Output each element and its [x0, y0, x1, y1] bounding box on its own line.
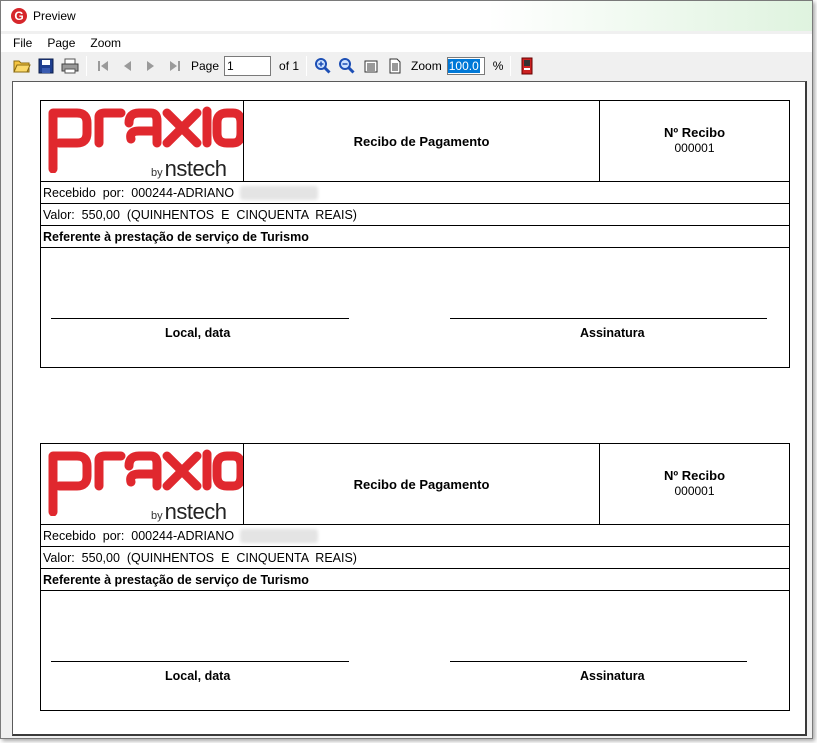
nstech-text: nstech: [164, 499, 227, 524]
zoom-label: Zoom: [411, 59, 442, 73]
first-page-icon[interactable]: [93, 56, 113, 76]
receipt-number-value: 000001: [674, 141, 715, 155]
signature-line: [450, 661, 747, 662]
menu-file[interactable]: File: [11, 36, 34, 50]
signature-area: Local, data Assinatura: [41, 248, 789, 367]
amount-row: Valor: 550,00 (QUINHENTOS E CINQUENTA RE…: [41, 204, 789, 226]
amount-row: Valor: 550,00 (QUINHENTOS E CINQUENTA RE…: [41, 547, 789, 569]
receipt-header: by nstech Recibo de Pagamento Nº Recibo …: [41, 444, 789, 525]
receipt-title: Recibo de Pagamento: [244, 101, 600, 181]
received-by-row: Recebido por: 000244-ADRIANO: [41, 525, 789, 547]
receipt-number-label: Nº Recibo: [663, 468, 726, 483]
page-count-label: of 1: [279, 59, 300, 73]
page-number-input[interactable]: [224, 56, 272, 76]
signature-label: Assinatura: [580, 326, 645, 340]
zoom-percent-label: %: [492, 59, 504, 73]
page-width-icon[interactable]: [361, 56, 381, 76]
place-date-label: Local, data: [165, 326, 231, 340]
nstech-logo: by nstech: [151, 499, 227, 524]
place-date-line: [51, 661, 349, 662]
menu-zoom[interactable]: Zoom: [88, 36, 123, 50]
place-date-line: [51, 318, 349, 319]
preview-window: G Preview File Page Zoom Page of: [0, 0, 813, 739]
receipt-header: by nstech Recibo de Pagamento Nº Recibo …: [41, 101, 789, 182]
toolbar-separator: [86, 56, 87, 76]
receipt-number-value: 000001: [674, 484, 715, 498]
menu-page[interactable]: Page: [45, 36, 77, 50]
signature-label: Assinatura: [580, 669, 645, 683]
description-row: Referente à prestação de serviço de Turi…: [41, 569, 789, 591]
zoom-value: 100.0: [447, 59, 480, 73]
receipt-copy: by nstech Recibo de Pagamento Nº Recibo …: [40, 443, 790, 711]
receipt-number-cell: Nº Recibo 000001: [600, 444, 789, 524]
nstech-text: nstech: [164, 156, 227, 181]
zoom-input[interactable]: 100.0: [446, 57, 485, 75]
print-icon[interactable]: [60, 56, 80, 76]
preview-page-area[interactable]: by nstech Recibo de Pagamento Nº Recibo …: [12, 81, 807, 736]
place-date-label: Local, data: [165, 669, 231, 683]
receipt-number-cell: Nº Recibo 000001: [600, 101, 789, 181]
received-by-row: Recebido por: 000244-ADRIANO: [41, 182, 789, 204]
page-label: Page: [191, 59, 220, 73]
menu-bar: File Page Zoom: [1, 34, 812, 52]
description-row: Referente à prestação de serviço de Turi…: [41, 226, 789, 248]
next-page-icon[interactable]: [141, 56, 161, 76]
app-logo-icon: G: [11, 8, 27, 24]
praxio-logo: by nstech: [41, 444, 244, 524]
receipt-copy: by nstech Recibo de Pagamento Nº Recibo …: [40, 100, 790, 368]
redacted-name: [240, 185, 319, 200]
nstech-logo: by nstech: [151, 156, 227, 181]
save-icon[interactable]: [36, 56, 56, 76]
by-text: by: [151, 167, 163, 179]
receipt-title: Recibo de Pagamento: [244, 444, 600, 524]
toolbar-separator: [510, 56, 512, 76]
signature-area: Local, data Assinatura: [41, 591, 789, 710]
receipt-number-label: Nº Recibo: [663, 125, 726, 140]
zoom-out-icon[interactable]: [337, 56, 357, 76]
zoom-in-icon[interactable]: [313, 56, 333, 76]
toolbar-separator: [306, 56, 308, 76]
signature-line: [450, 318, 767, 319]
received-by-text: Recebido por: 000244-ADRIANO: [43, 528, 235, 543]
title-bar: G Preview: [1, 1, 812, 31]
redacted-name: [240, 528, 319, 543]
whole-page-icon[interactable]: [385, 56, 405, 76]
last-page-icon[interactable]: [165, 56, 185, 76]
toolbar: Page of 1 Zoom 100.0 %: [1, 53, 812, 79]
exit-icon[interactable]: [517, 56, 537, 76]
window-title: Preview: [33, 9, 76, 23]
by-text: by: [151, 510, 163, 522]
prev-page-icon[interactable]: [117, 56, 137, 76]
praxio-logo: by nstech: [41, 101, 244, 181]
received-by-text: Recebido por: 000244-ADRIANO: [43, 185, 235, 200]
open-folder-icon[interactable]: [12, 56, 32, 76]
